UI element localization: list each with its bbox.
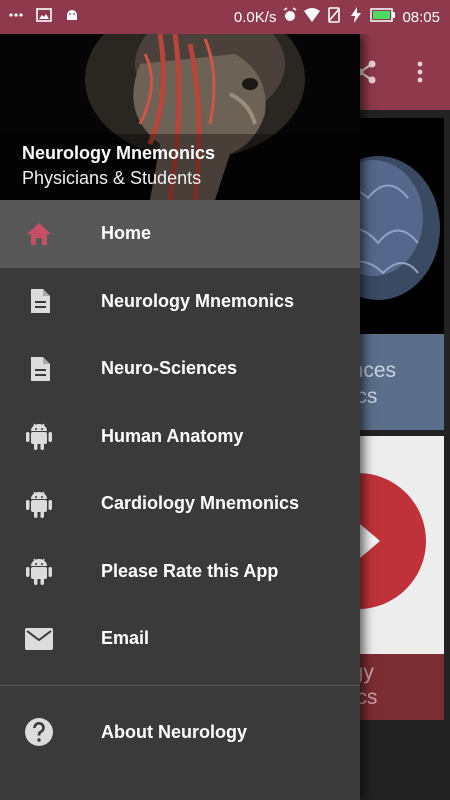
clock: 08:05 <box>402 8 440 26</box>
menu-item-label: Neuro-Sciences <box>101 358 238 379</box>
mail-icon <box>24 624 54 654</box>
menu-item-cardiology-mnemonics[interactable]: Cardiology Mnemonics <box>0 470 360 538</box>
drawer-header: Neurology Mnemonics Physicians & Student… <box>0 34 360 200</box>
document-icon <box>24 354 54 384</box>
menu-item-label: Neurology Mnemonics <box>101 290 295 311</box>
menu-item-email[interactable]: Email <box>0 605 360 673</box>
menu-item-human-anatomy[interactable]: Human Anatomy <box>0 403 360 471</box>
wifi-icon <box>304 7 321 27</box>
drawer-header-title: Neurology Mnemonics <box>22 143 216 163</box>
menu-item-label: Human Anatomy <box>101 425 244 446</box>
drawer-menu: Home Neurology Mnemonics Neuro-Sciences … <box>0 200 360 673</box>
menu-divider <box>0 684 360 686</box>
menu-item-rate-app[interactable]: Please Rate this App <box>0 538 360 606</box>
more-notifications-icon <box>8 7 24 27</box>
alarm-icon <box>282 7 298 27</box>
menu-item-label: Cardiology Mnemonics <box>101 493 300 514</box>
menu-item-about[interactable]: About Neurology <box>0 699 360 767</box>
menu-item-neurology-mnemonics[interactable]: Neurology Mnemonics <box>0 268 360 336</box>
image-notification-icon <box>36 7 52 27</box>
android-notification-icon <box>64 7 80 27</box>
menu-item-neuro-sciences[interactable]: Neuro-Sciences <box>0 335 360 403</box>
menu-item-home[interactable]: Home <box>0 200 360 268</box>
android-icon <box>24 489 54 519</box>
menu-item-label: About Neurology <box>101 721 247 742</box>
menu-item-label: Home <box>101 223 152 244</box>
document-icon <box>24 286 54 316</box>
overflow-menu-icon[interactable] <box>406 58 434 86</box>
help-icon <box>24 717 54 747</box>
home-icon <box>24 219 54 249</box>
menu-item-label: Email <box>101 628 150 649</box>
battery-icon <box>370 8 396 26</box>
network-speed: 0.0K/s <box>233 8 277 26</box>
menu-item-label: Please Rate this App <box>101 560 279 581</box>
android-icon <box>24 421 54 451</box>
navigation-drawer: Neurology Mnemonics Physicians & Student… <box>0 34 360 800</box>
android-icon <box>24 556 54 586</box>
status-bar: 0.0K/s 08:05 <box>0 0 450 34</box>
drawer-header-subtitle: Physicians & Students <box>22 168 202 188</box>
charging-icon <box>348 7 364 27</box>
no-sim-icon <box>326 7 342 27</box>
